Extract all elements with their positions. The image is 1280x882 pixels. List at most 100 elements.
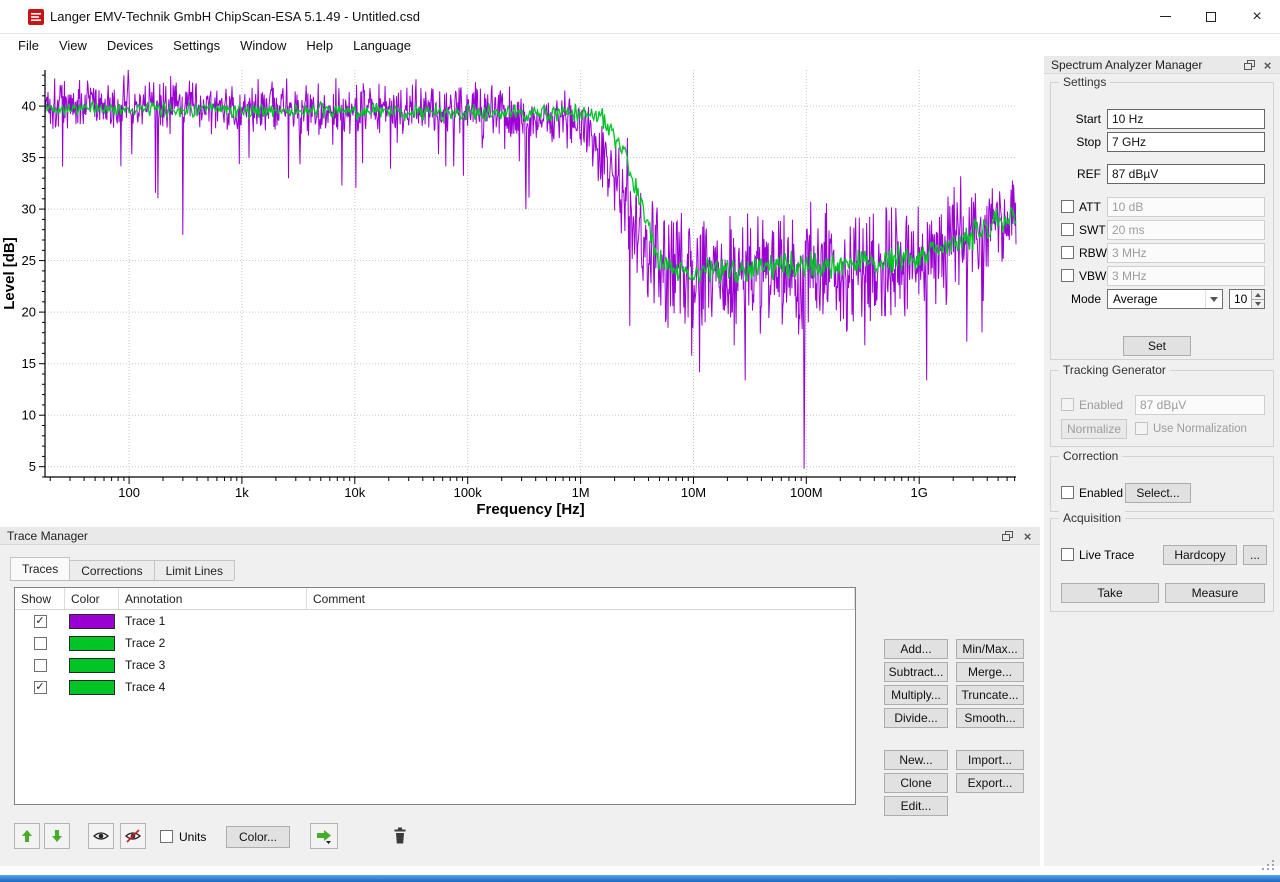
divide-button[interactable]: Divide... bbox=[884, 708, 948, 728]
delete-trace-button[interactable] bbox=[386, 821, 414, 849]
set-button[interactable]: Set bbox=[1123, 336, 1191, 356]
header-color[interactable]: Color bbox=[65, 588, 119, 609]
merge-button[interactable]: Merge... bbox=[956, 662, 1024, 682]
add-button[interactable]: Add... bbox=[884, 639, 948, 659]
live-trace-checkbox[interactable] bbox=[1061, 548, 1074, 561]
hardcopy-button[interactable]: Hardcopy bbox=[1163, 545, 1237, 565]
att-input bbox=[1107, 197, 1265, 217]
menu-file[interactable]: File bbox=[8, 36, 49, 55]
trace4-color-swatch[interactable] bbox=[69, 680, 115, 695]
move-trace-down-button[interactable] bbox=[44, 823, 70, 849]
att-checkbox[interactable] bbox=[1061, 200, 1074, 213]
use-normalization-label: Use Normalization bbox=[1153, 419, 1247, 439]
rbw-checkbox[interactable] bbox=[1061, 246, 1074, 259]
resize-grip[interactable] bbox=[1262, 860, 1276, 872]
multiply-button[interactable]: Multiply... bbox=[884, 685, 948, 705]
tracking-level-input bbox=[1135, 395, 1265, 415]
trace1-annotation[interactable]: Trace 1 bbox=[119, 610, 307, 632]
menu-help[interactable]: Help bbox=[296, 36, 343, 55]
trace4-comment[interactable] bbox=[307, 676, 855, 698]
table-row[interactable]: ✓ Trace 1 bbox=[15, 610, 855, 632]
tab-corrections[interactable]: Corrections bbox=[69, 560, 154, 580]
tab-limit-lines[interactable]: Limit Lines bbox=[154, 560, 235, 580]
move-trace-up-button[interactable] bbox=[14, 823, 40, 849]
trace1-color-swatch[interactable] bbox=[69, 614, 115, 629]
edit-button[interactable]: Edit... bbox=[884, 796, 948, 816]
correction-select-button[interactable]: Select... bbox=[1125, 483, 1191, 503]
trace3-annotation[interactable]: Trace 3 bbox=[119, 654, 307, 676]
trace1-comment[interactable] bbox=[307, 610, 855, 632]
close-button[interactable]: × bbox=[1234, 0, 1280, 33]
header-comment[interactable]: Comment bbox=[307, 588, 855, 609]
trace1-show-checkbox[interactable]: ✓ bbox=[34, 615, 47, 628]
clone-button[interactable]: Clone bbox=[884, 773, 948, 793]
chevron-down-icon bbox=[1205, 290, 1222, 308]
trace4-show-checkbox[interactable]: ✓ bbox=[34, 681, 47, 694]
measure-button[interactable]: Measure bbox=[1165, 583, 1265, 603]
vbw-checkbox[interactable] bbox=[1061, 269, 1074, 282]
arrow-right-icon bbox=[316, 829, 332, 844]
trace2-color-swatch[interactable] bbox=[69, 636, 115, 651]
close-icon: × bbox=[1252, 9, 1261, 25]
trace2-comment[interactable] bbox=[307, 632, 855, 654]
trace3-color-swatch[interactable] bbox=[69, 658, 115, 673]
new-button[interactable]: New... bbox=[884, 750, 948, 770]
subtract-button[interactable]: Subtract... bbox=[884, 662, 948, 682]
menu-language[interactable]: Language bbox=[343, 36, 421, 55]
menu-window[interactable]: Window bbox=[230, 36, 296, 55]
step-down-icon[interactable] bbox=[1251, 299, 1264, 308]
ref-input[interactable] bbox=[1107, 164, 1265, 184]
trace-table-header: Show Color Annotation Comment bbox=[15, 588, 855, 610]
x-tick-label: 1k bbox=[235, 485, 249, 500]
trace-manager-float-button[interactable] bbox=[1000, 529, 1015, 543]
menu-settings[interactable]: Settings bbox=[163, 36, 230, 55]
minmax-button[interactable]: Min/Max... bbox=[956, 639, 1024, 659]
import-button[interactable]: Import... bbox=[956, 750, 1024, 770]
start-input[interactable] bbox=[1107, 109, 1265, 129]
trace3-show-checkbox[interactable] bbox=[34, 659, 47, 672]
show-all-traces-button[interactable] bbox=[88, 823, 114, 849]
spectrum-panel-close-button[interactable]: × bbox=[1260, 58, 1275, 72]
trace2-annotation[interactable]: Trace 2 bbox=[119, 632, 307, 654]
stop-input[interactable] bbox=[1107, 132, 1265, 152]
close-icon: × bbox=[1024, 530, 1032, 543]
spectrum-panel-float-button[interactable] bbox=[1242, 58, 1257, 72]
table-row[interactable]: ✓ Trace 4 bbox=[15, 676, 855, 698]
hide-all-traces-button[interactable] bbox=[120, 823, 146, 849]
trace-manager-close-button[interactable]: × bbox=[1020, 529, 1035, 543]
vbw-input bbox=[1107, 266, 1265, 286]
spectrum-plot-canvas[interactable]: 1001k10k100k1M10M100M1G510152025303540Fr… bbox=[0, 56, 1040, 527]
maximize-button[interactable] bbox=[1188, 0, 1234, 33]
header-show[interactable]: Show bbox=[15, 588, 65, 609]
menu-view[interactable]: View bbox=[49, 36, 97, 55]
tab-traces[interactable]: Traces bbox=[10, 557, 70, 580]
spectrum-plot[interactable]: 1001k10k100k1M10M100M1G510152025303540Fr… bbox=[0, 56, 1040, 527]
y-tick-label: 15 bbox=[22, 356, 36, 371]
trace3-comment[interactable] bbox=[307, 654, 855, 676]
truncate-button[interactable]: Truncate... bbox=[956, 685, 1024, 705]
correction-enabled-checkbox[interactable] bbox=[1061, 486, 1074, 499]
minimize-button[interactable] bbox=[1142, 0, 1188, 33]
smooth-button[interactable]: Smooth... bbox=[956, 708, 1024, 728]
hardcopy-more-button[interactable]: ... bbox=[1243, 545, 1267, 565]
export-button[interactable]: Export... bbox=[956, 773, 1024, 793]
table-row[interactable]: Trace 2 bbox=[15, 632, 855, 654]
trace2-show-checkbox[interactable] bbox=[34, 637, 47, 650]
mode-combobox[interactable]: Average bbox=[1107, 289, 1223, 309]
swt-checkbox[interactable] bbox=[1061, 223, 1074, 236]
step-up-icon[interactable] bbox=[1251, 290, 1264, 299]
table-row[interactable]: Trace 3 bbox=[15, 654, 855, 676]
trace4-annotation[interactable]: Trace 4 bbox=[119, 676, 307, 698]
menu-devices[interactable]: Devices bbox=[97, 36, 163, 55]
use-normalization-checkbox bbox=[1135, 422, 1148, 435]
take-button[interactable]: Take bbox=[1061, 583, 1159, 603]
att-label: ATT bbox=[1079, 197, 1101, 217]
average-count-stepper[interactable]: 10 bbox=[1229, 289, 1265, 309]
apply-color-button[interactable] bbox=[310, 823, 338, 849]
color-button[interactable]: Color... bbox=[226, 826, 290, 848]
units-checkbox[interactable] bbox=[160, 830, 173, 843]
start-label: Start bbox=[1051, 109, 1101, 129]
stepper-buttons[interactable] bbox=[1251, 290, 1264, 308]
series-trace-1 bbox=[45, 70, 1016, 469]
header-annotation[interactable]: Annotation bbox=[119, 588, 307, 609]
